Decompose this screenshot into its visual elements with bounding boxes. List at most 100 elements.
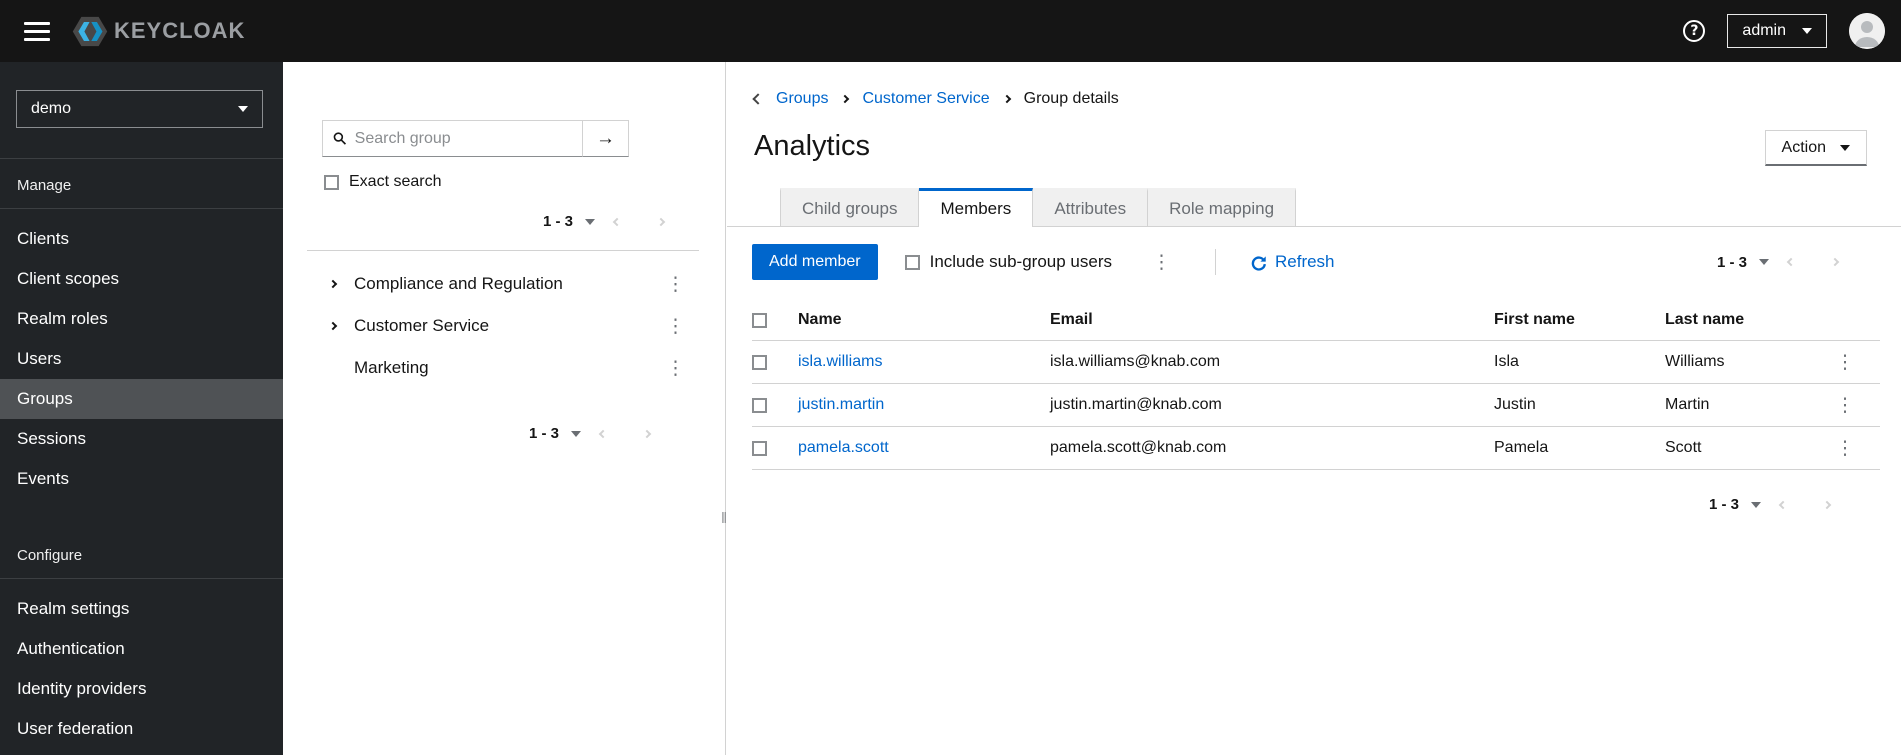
members-pagination-bottom: 1 - 3 [727,496,1849,513]
configure-nav: Realm settings Authentication Identity p… [0,579,283,749]
search-input-wrapper [322,120,583,157]
member-first-name: Justin [1494,396,1536,413]
member-last-name: Scott [1665,439,1702,456]
tree-row-customer-service[interactable]: Customer Service ⋮ [283,305,725,347]
sidebar-item-events[interactable]: Events [0,459,283,499]
kebab-menu-icon[interactable]: ⋮ [1810,439,1880,458]
refresh-button[interactable]: Refresh [1250,252,1335,272]
tree-row-marketing[interactable]: Marketing ⋮ [283,347,725,389]
next-page-button[interactable] [639,217,683,226]
hamburger-menu-icon[interactable] [24,21,50,41]
prev-page-button[interactable] [1769,257,1813,267]
tab-child-groups[interactable]: Child groups [780,188,920,226]
realm-selector[interactable]: demo [16,90,263,128]
next-page-button[interactable] [625,429,669,438]
masthead: KEYCLOAK ? admin [0,0,1901,62]
row-checkbox[interactable] [752,397,767,413]
exact-search-row: Exact search [324,173,725,191]
members-toolbar: Add member Include sub-group users ⋮ Ref… [752,244,1901,280]
chevron-down-icon [1751,501,1761,508]
table-header-row: Name Email First name Last name [752,300,1880,341]
group-details-panel: Groups Customer Service Group details An… [727,62,1901,755]
pagination-range: 1 - 3 [1716,253,1747,271]
kebab-menu-icon[interactable]: ⋮ [662,359,689,378]
breadcrumb-parent-link[interactable]: Customer Service [862,90,989,108]
next-page-button[interactable] [1805,500,1849,509]
tab-attributes[interactable]: Attributes [1033,188,1149,226]
groups-tree-panel: → Exact search 1 - 3 Compliance and Regu… [283,62,726,755]
tree-row-compliance-and-regulation[interactable]: Compliance and Regulation ⋮ [283,263,725,305]
chevron-right-icon[interactable] [325,279,341,289]
prev-page-button[interactable] [595,217,639,226]
chevron-down-icon [585,218,595,225]
member-name-link[interactable]: pamela.scott [798,439,1050,457]
back-chevron-icon[interactable] [752,93,764,105]
member-email: isla.williams@knab.com [1050,353,1221,370]
select-all-checkbox[interactable] [752,312,767,328]
row-checkbox[interactable] [752,354,767,370]
col-header-last-name: Last name [1665,311,1745,328]
page-title: Analytics [754,130,871,162]
chevron-down-icon [1759,259,1769,265]
kebab-menu-icon[interactable]: ⋮ [1810,396,1880,415]
sidebar-item-clients[interactable]: Clients [0,219,283,259]
avatar[interactable] [1849,13,1885,49]
sidebar-item-client-scopes[interactable]: Client scopes [0,259,283,299]
member-name-link[interactable]: justin.martin [798,396,1050,414]
sidebar-item-groups[interactable]: Groups [0,379,283,419]
sidebar-item-realm-roles[interactable]: Realm roles [0,299,283,339]
kebab-menu-icon[interactable]: ⋮ [662,275,689,294]
help-icon[interactable]: ? [1683,20,1706,42]
include-subgroup-checkbox[interactable] [904,254,920,270]
kebab-menu-icon[interactable]: ⋮ [1148,253,1175,272]
next-page-button[interactable] [1813,257,1857,267]
tab-role-mapping[interactable]: Role mapping [1148,188,1297,226]
group-link[interactable]: Customer Service [354,316,662,336]
member-last-name: Martin [1665,396,1710,413]
divider [307,250,699,251]
chevron-down-icon [571,430,581,437]
col-header-email: Email [1050,311,1093,328]
group-link[interactable]: Marketing [354,358,662,378]
kebab-menu-icon[interactable]: ⋮ [662,317,689,336]
pagination-range: 1 - 3 [528,425,559,442]
sidebar-item-authentication[interactable]: Authentication [0,629,283,669]
add-member-button[interactable]: Add member [752,244,878,280]
pagination-toggle[interactable]: 1 - 3 [1717,254,1769,271]
pagination-toggle[interactable]: 1 - 3 [529,425,581,442]
prev-page-button[interactable] [1761,500,1805,509]
sidebar-item-identity-providers[interactable]: Identity providers [0,669,283,709]
manage-nav: Clients Client scopes Realm roles Users … [0,209,283,499]
realm-name: demo [31,100,72,117]
sidebar-item-sessions[interactable]: Sessions [0,419,283,459]
prev-page-button[interactable] [581,429,625,438]
sidebar-item-realm-settings[interactable]: Realm settings [0,589,283,629]
pagination-toggle[interactable]: 1 - 3 [543,213,595,230]
include-subgroup-label: Include sub-group users [929,252,1112,271]
exact-search-checkbox[interactable] [324,174,339,190]
group-link[interactable]: Compliance and Regulation [354,274,662,294]
breadcrumb-groups-link[interactable]: Groups [776,90,828,108]
pagination-toggle[interactable]: 1 - 3 [1709,496,1761,513]
row-checkbox[interactable] [752,440,767,456]
chevron-down-icon [238,106,248,112]
divider [1214,249,1216,275]
sidebar-item-users[interactable]: Users [0,339,283,379]
breadcrumb: Groups Customer Service Group details [752,90,1901,108]
keycloak-logo: KEYCLOAK [72,16,245,47]
tab-members[interactable]: Members [919,188,1034,227]
member-name-link[interactable]: isla.williams [798,353,1050,371]
chevron-right-icon [841,94,850,104]
chevron-down-icon [1840,144,1850,151]
action-dropdown[interactable]: Action [1764,130,1867,166]
search-submit-button[interactable]: → [583,120,629,157]
brand-text: KEYCLOAK [114,18,246,43]
sidebar-item-user-federation[interactable]: User federation [0,709,283,749]
chevron-right-icon[interactable] [325,321,341,331]
kebab-menu-icon[interactable]: ⋮ [1810,353,1880,372]
member-first-name: Isla [1494,353,1519,370]
user-dropdown[interactable]: admin [1727,14,1827,48]
tabs: Child groups Members Attributes Role map… [727,188,1901,227]
search-group-input[interactable] [354,129,572,148]
tree-pagination-top: 1 - 3 [283,213,683,230]
